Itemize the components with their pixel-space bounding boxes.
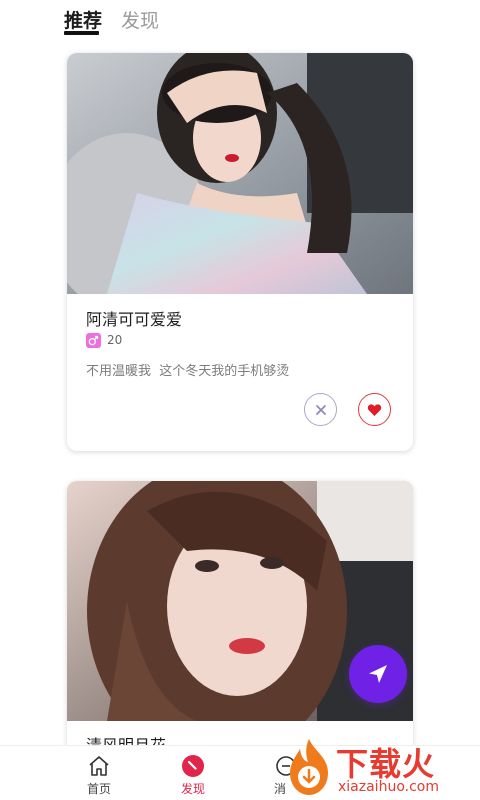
nav-item-home[interactable]: 首页 [69,746,129,800]
tab-recommend[interactable]: 推荐 [64,6,102,33]
heart-icon [367,403,382,416]
age-row: 20 [86,331,122,349]
home-icon [89,756,109,776]
nav-label-discover: 发现 [180,782,205,796]
profile-bio: 不用温暖我 这个冬天我的手机够烫 [86,364,290,379]
send-fab[interactable] [349,645,407,703]
watermark: 下载火 xiazaihuo.com [280,733,480,800]
profile-card[interactable]: 阿清可可爱爱 20 不用温暖我 这个冬天我的手机够烫 [67,53,413,451]
like-button[interactable] [358,393,391,426]
tab-discover[interactable]: 发现 [121,6,159,33]
top-tab-bar: 推荐 发现 [0,0,480,44]
nav-label-home: 首页 [86,782,111,796]
watermark-url: xiazaihuo.com [338,779,439,795]
male-symbol-icon [86,332,101,348]
send-icon [369,665,387,683]
dismiss-button[interactable] [304,393,337,426]
profile-age: 20 [107,333,123,347]
nav-item-discover[interactable]: 发现 [163,746,223,800]
profile-name: 阿清可可爱爱 [86,310,183,329]
compass-icon [182,755,204,777]
flame-logo-icon [290,739,328,795]
active-tab-indicator [64,31,99,35]
close-icon [315,404,326,415]
profile-photo[interactable] [67,53,413,294]
